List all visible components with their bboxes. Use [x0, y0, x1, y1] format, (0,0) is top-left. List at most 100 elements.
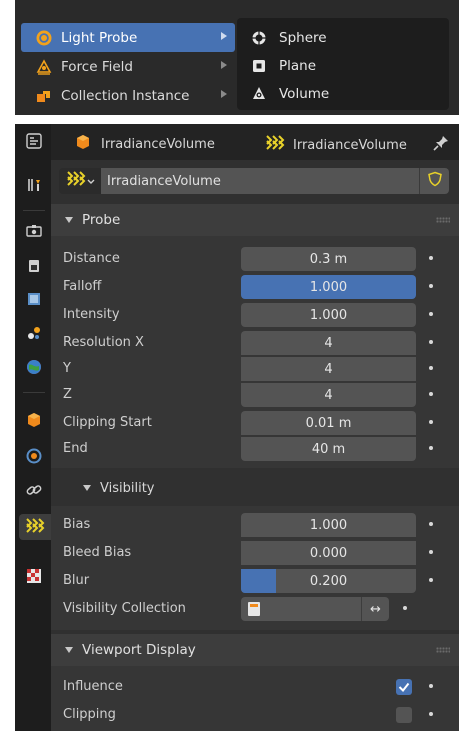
- visibility-collection-row: Visibility Collection ↔: [51, 596, 459, 622]
- influence-row: Influence: [51, 674, 459, 700]
- bias-label: Bias: [63, 517, 91, 532]
- world-icon: [25, 358, 43, 380]
- probe-data-icon: [265, 134, 285, 156]
- keyframe-dot[interactable]: [429, 684, 433, 688]
- intensity-field[interactable]: 1.000: [241, 303, 416, 327]
- texture-icon: [25, 567, 43, 589]
- tab-render[interactable]: [21, 220, 47, 246]
- bias-field[interactable]: 1.000: [241, 513, 416, 537]
- drag-grip-icon[interactable]: [436, 217, 450, 223]
- clipping-start-field[interactable]: 0.01 m: [241, 411, 416, 435]
- invert-collection-button[interactable]: ↔: [361, 597, 389, 621]
- add-menu: Light Probe Force Field Collection Insta…: [15, 0, 459, 115]
- browse-data-button[interactable]: [59, 168, 101, 194]
- keyframe-dot[interactable]: [429, 446, 433, 450]
- resolution-y-field[interactable]: 4: [241, 357, 416, 381]
- drag-grip-icon[interactable]: [436, 647, 450, 653]
- blur-label: Blur: [63, 573, 90, 588]
- subpanel-title: Visibility: [100, 480, 155, 496]
- tab-world[interactable]: [21, 356, 47, 382]
- datablock-name-field[interactable]: IrradianceVolume: [101, 168, 419, 194]
- tool-icon: [25, 176, 43, 198]
- panel-title: Viewport Display: [82, 642, 196, 658]
- keyframe-dot[interactable]: [429, 312, 433, 316]
- falloff-field[interactable]: 1.000: [241, 275, 416, 299]
- menu-item-label: Collection Instance: [61, 87, 190, 104]
- distance-row: Distance 0.3 m: [51, 246, 459, 272]
- keyframe-dot[interactable]: [429, 522, 433, 526]
- physics-icon: [25, 447, 43, 469]
- tab-view-layer[interactable]: [21, 288, 47, 314]
- tab-scene[interactable]: [21, 322, 47, 348]
- visibility-collection-label: Visibility Collection: [63, 601, 186, 616]
- blur-slider-fill: [241, 569, 276, 593]
- submenu-item-plane[interactable]: Plane: [237, 52, 449, 80]
- keyframe-dot[interactable]: [429, 340, 433, 344]
- light-probe-icon: [35, 29, 53, 47]
- submenu-arrow-icon: [221, 61, 227, 69]
- panel-title: Probe: [82, 212, 121, 228]
- swap-arrows-icon: ↔: [370, 601, 381, 617]
- distance-value: 0.3 m: [309, 251, 348, 267]
- bleed-bias-label: Bleed Bias: [63, 545, 132, 560]
- tab-texture[interactable]: [21, 565, 47, 591]
- resolution-z-field[interactable]: 4: [241, 383, 416, 407]
- bias-value: 1.000: [309, 517, 348, 533]
- visibility-subpanel-header[interactable]: Visibility: [51, 473, 459, 503]
- resolution-x-field[interactable]: 4: [241, 331, 416, 355]
- bleed-bias-field[interactable]: 0.000: [241, 541, 416, 565]
- tab-separator: [23, 210, 45, 211]
- probe-panel: Distance 0.3 m Falloff 1.000 Intensity 1…: [51, 236, 459, 468]
- menu-item-collection-instance[interactable]: Collection Instance: [21, 81, 235, 110]
- tab-tool[interactable]: [21, 174, 47, 200]
- keyframe-dot[interactable]: [429, 550, 433, 554]
- keyframe-dot[interactable]: [429, 284, 433, 288]
- force-field-icon: [35, 58, 53, 76]
- menu-item-light-probe[interactable]: Light Probe: [21, 23, 235, 52]
- fake-user-button[interactable]: [419, 168, 449, 194]
- light-probe-submenu: Sphere Plane Volume: [237, 18, 449, 110]
- keyframe-dot[interactable]: [429, 366, 433, 370]
- submenu-item-sphere[interactable]: Sphere: [237, 24, 449, 52]
- pin-icon[interactable]: [432, 134, 450, 156]
- tab-editor-type[interactable]: [21, 130, 47, 156]
- clipping-end-field[interactable]: 40 m: [241, 437, 416, 461]
- bleed-bias-value: 0.000: [309, 545, 348, 561]
- falloff-value: 1.000: [309, 279, 348, 295]
- keyframe-dot[interactable]: [403, 606, 407, 610]
- keyframe-dot[interactable]: [429, 578, 433, 582]
- submenu-item-volume[interactable]: Volume: [237, 80, 449, 108]
- keyframe-dot[interactable]: [429, 256, 433, 260]
- blur-row: Blur 0.200: [51, 568, 459, 594]
- intensity-label: Intensity: [63, 307, 120, 322]
- clipping-checkbox[interactable]: [396, 707, 412, 723]
- context-object[interactable]: IrradianceVolume: [75, 134, 215, 154]
- tab-constraints[interactable]: [21, 479, 47, 505]
- probe-panel-header[interactable]: Probe: [51, 204, 459, 236]
- keyframe-dot[interactable]: [429, 712, 433, 716]
- blur-slider[interactable]: 0.200: [241, 569, 416, 593]
- properties-editor: IrradianceVolume IrradianceVolume Irradi…: [15, 124, 459, 731]
- menu-item-label: Light Probe: [61, 29, 138, 46]
- keyframe-dot[interactable]: [429, 392, 433, 396]
- viewport-display-panel-header[interactable]: Viewport Display: [51, 634, 459, 666]
- tab-output[interactable]: [21, 255, 47, 281]
- context-data[interactable]: IrradianceVolume: [265, 134, 407, 156]
- visibility-collection-field[interactable]: [241, 597, 361, 621]
- properties-editor-icon: [25, 132, 43, 154]
- influence-label: Influence: [63, 679, 123, 694]
- menu-item-force-field[interactable]: Force Field: [21, 52, 235, 81]
- clipping-end-value: 40 m: [311, 441, 346, 457]
- resolution-y-row: Y 4: [51, 356, 459, 382]
- collection-instance-icon: [35, 87, 53, 105]
- tab-probe-data[interactable]: [19, 514, 51, 540]
- tab-object[interactable]: [21, 409, 47, 435]
- influence-checkbox[interactable]: [396, 679, 412, 695]
- tab-physics[interactable]: [21, 445, 47, 471]
- falloff-row: Falloff 1.000: [51, 274, 459, 300]
- keyframe-dot[interactable]: [429, 420, 433, 424]
- expand-triangle-icon: [83, 485, 91, 491]
- chevron-down-icon: [87, 174, 95, 189]
- distance-field[interactable]: 0.3 m: [241, 247, 416, 271]
- submenu-item-label: Plane: [279, 58, 317, 74]
